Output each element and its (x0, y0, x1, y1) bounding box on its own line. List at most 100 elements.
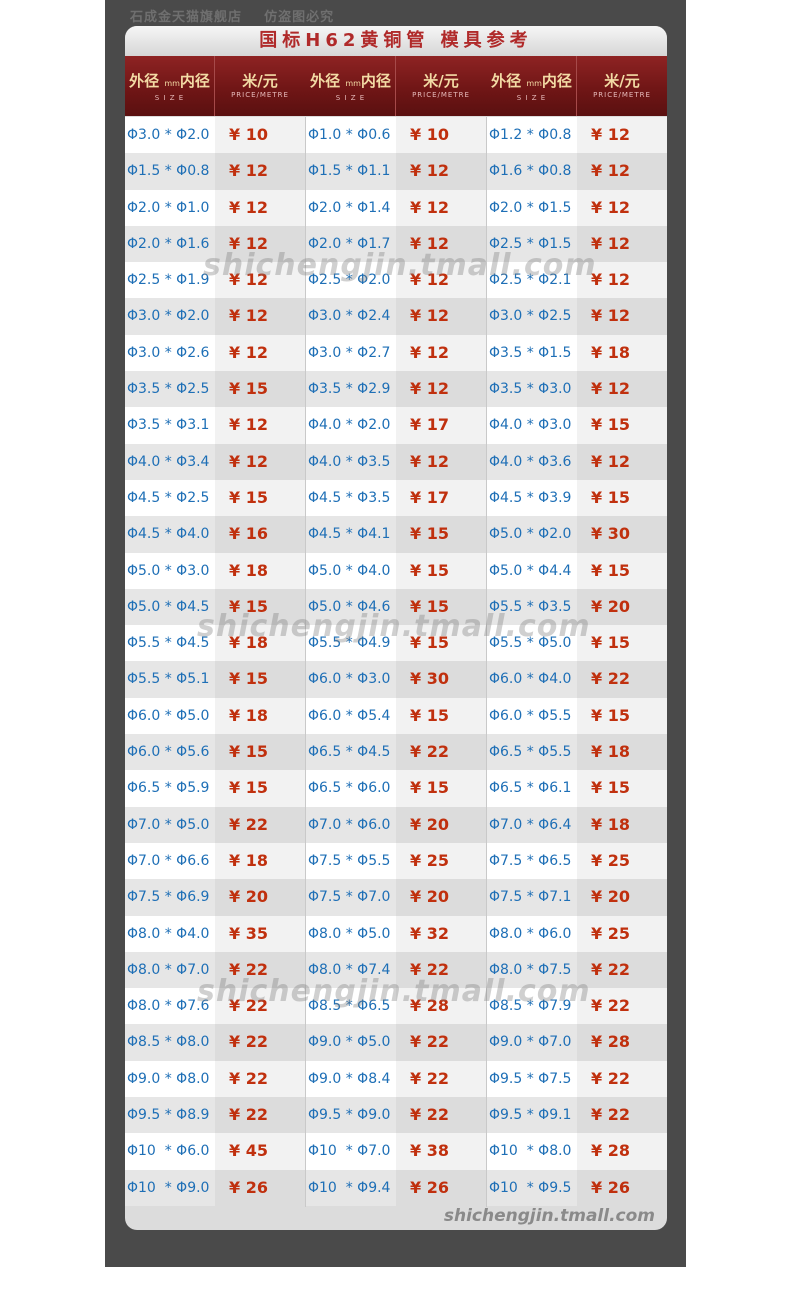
size-cell: Φ9.5 * Φ8.9 (125, 1097, 215, 1134)
size-cell: Φ2.0 * Φ1.0 (125, 189, 215, 226)
size-cell: Φ4.0 * Φ3.5 (306, 443, 396, 480)
size-cell: Φ2.0 * Φ1.5 (487, 189, 577, 226)
header-size: 外径 mm内径 S I Z E (306, 56, 396, 116)
table-row: Φ3.0 * Φ2.7 ¥ 12 (306, 334, 486, 372)
size-cell: Φ5.0 * Φ3.0 (125, 552, 215, 589)
header-size: 外径 mm内径 S I Z E (487, 56, 577, 116)
price-cell: ¥ 18 (215, 552, 305, 589)
size-cell: Φ10 * Φ9.4 (306, 1169, 396, 1206)
header-group-3: 外径 mm内径 S I Z E 米/元 PRICE/METRE (487, 56, 667, 116)
header-size-unit: mm (345, 79, 361, 88)
header-price-label: 米/元 (423, 72, 459, 90)
price-cell: ¥ 18 (215, 697, 305, 735)
price-cell: ¥ 18 (577, 334, 667, 372)
price-cell: ¥ 15 (577, 770, 667, 807)
price-cell: ¥ 45 (215, 1133, 305, 1170)
table-row: Φ4.5 * Φ4.1 ¥ 15 (306, 516, 486, 553)
price-cell: ¥ 17 (396, 479, 486, 517)
price-cell: ¥ 22 (215, 806, 305, 843)
size-cell: Φ6.0 * Φ5.5 (487, 697, 577, 735)
size-cell: Φ7.5 * Φ5.5 (306, 842, 396, 880)
size-cell: Φ4.0 * Φ3.6 (487, 443, 577, 480)
table-row: Φ9.5 * Φ9.1 ¥ 22 (487, 1097, 667, 1134)
table-row: Φ3.0 * Φ2.5 ¥ 12 (487, 298, 667, 335)
header-size-sub: S I Z E (154, 94, 185, 102)
price-cell: ¥ 22 (396, 1024, 486, 1061)
table-row: Φ7.5 * Φ7.1 ¥ 20 (487, 879, 667, 916)
table-row: Φ5.0 * Φ4.0 ¥ 15 (306, 552, 486, 589)
size-cell: Φ4.5 * Φ4.0 (125, 516, 215, 553)
header-size-label: 外径 (310, 72, 341, 90)
size-cell: Φ3.0 * Φ2.4 (306, 298, 396, 335)
header-price: 米/元 PRICE/METRE (577, 56, 667, 116)
table-row: Φ1.0 * Φ0.6 ¥ 10 (306, 117, 486, 154)
header-size-label2: 内径 (179, 72, 210, 90)
table-row: Φ5.0 * Φ2.0 ¥ 30 (487, 516, 667, 553)
price-cell: ¥ 18 (215, 842, 305, 880)
table-row: Φ4.5 * Φ3.5 ¥ 17 (306, 479, 486, 517)
size-cell: Φ9.0 * Φ5.0 (306, 1024, 396, 1061)
table-row: Φ7.0 * Φ6.4 ¥ 18 (487, 806, 667, 843)
size-cell: Φ3.0 * Φ2.0 (125, 117, 215, 154)
table-row: Φ2.0 * Φ1.5 ¥ 12 (487, 189, 667, 226)
size-cell: Φ4.5 * Φ4.1 (306, 516, 396, 553)
table-row: Φ7.5 * Φ6.5 ¥ 25 (487, 842, 667, 880)
table-row: Φ6.0 * Φ5.4 ¥ 15 (306, 697, 486, 735)
table-row: Φ7.5 * Φ6.9 ¥ 20 (125, 879, 305, 916)
price-cell: ¥ 26 (396, 1169, 486, 1206)
table-row: Φ6.0 * Φ5.0 ¥ 18 (125, 697, 305, 735)
size-cell: Φ3.0 * Φ2.0 (125, 298, 215, 335)
size-cell: Φ6.0 * Φ4.0 (487, 661, 577, 698)
size-cell: Φ7.5 * Φ7.0 (306, 879, 396, 916)
size-cell: Φ1.2 * Φ0.8 (487, 117, 577, 154)
size-cell: Φ4.0 * Φ3.0 (487, 407, 577, 444)
price-cell: ¥ 22 (215, 1097, 305, 1134)
table-row: Φ8.0 * Φ5.0 ¥ 32 (306, 915, 486, 952)
size-cell: Φ7.5 * Φ7.1 (487, 879, 577, 916)
size-cell: Φ1.5 * Φ1.1 (306, 153, 396, 190)
size-cell: Φ4.5 * Φ3.9 (487, 479, 577, 517)
size-cell: Φ2.0 * Φ1.4 (306, 189, 396, 226)
price-cell: ¥ 12 (577, 189, 667, 226)
header-size-unit: mm (526, 79, 542, 88)
price-cell: ¥ 15 (215, 479, 305, 517)
table-row: Φ6.0 * Φ4.0 ¥ 22 (487, 661, 667, 698)
size-cell: Φ5.0 * Φ4.4 (487, 552, 577, 589)
price-cell: ¥ 15 (396, 516, 486, 553)
table-row: Φ10 * Φ9.5 ¥ 26 (487, 1169, 667, 1206)
size-cell: Φ6.5 * Φ5.9 (125, 770, 215, 807)
table-row: Φ1.6 * Φ0.8 ¥ 12 (487, 153, 667, 190)
size-cell: Φ3.5 * Φ2.9 (306, 371, 396, 408)
size-cell: Φ10 * Φ9.5 (487, 1169, 577, 1206)
price-cell: ¥ 12 (215, 153, 305, 190)
table-row: Φ7.0 * Φ6.0 ¥ 20 (306, 806, 486, 843)
price-cell: ¥ 22 (577, 661, 667, 698)
table-row: Φ4.5 * Φ2.5 ¥ 15 (125, 479, 305, 517)
size-cell: Φ7.0 * Φ6.6 (125, 842, 215, 880)
table-row: Φ4.0 * Φ3.4 ¥ 12 (125, 443, 305, 480)
size-cell: Φ8.0 * Φ4.0 (125, 915, 215, 952)
table-row: Φ3.0 * Φ2.4 ¥ 12 (306, 298, 486, 335)
size-cell: Φ9.0 * Φ7.0 (487, 1024, 577, 1061)
price-cell: ¥ 22 (396, 1060, 486, 1098)
price-cell: ¥ 15 (396, 770, 486, 807)
size-cell: Φ2.5 * Φ1.9 (125, 262, 215, 299)
header-price-sub: PRICE/METRE (231, 91, 289, 99)
price-cell: ¥ 17 (396, 407, 486, 444)
table-row: Φ6.0 * Φ3.0 ¥ 30 (306, 661, 486, 698)
size-cell: Φ9.5 * Φ9.1 (487, 1097, 577, 1134)
header-price: 米/元 PRICE/METRE (396, 56, 486, 116)
price-cell: ¥ 12 (215, 334, 305, 372)
table-row: Φ10 * Φ6.0 ¥ 45 (125, 1133, 305, 1170)
size-cell: Φ9.0 * Φ8.0 (125, 1060, 215, 1098)
page-title: 国标H62黄铜管 模具参考 (259, 30, 533, 51)
price-cell: ¥ 12 (396, 298, 486, 335)
price-cell: ¥ 22 (396, 1097, 486, 1134)
table-row: Φ2.0 * Φ1.4 ¥ 12 (306, 189, 486, 226)
header-price-label: 米/元 (242, 72, 278, 90)
table-row: Φ3.0 * Φ2.6 ¥ 12 (125, 334, 305, 372)
price-cell: ¥ 12 (577, 117, 667, 154)
table-row: Φ7.0 * Φ6.6 ¥ 18 (125, 842, 305, 880)
size-cell: Φ5.5 * Φ5.1 (125, 661, 215, 698)
price-cell: ¥ 25 (577, 915, 667, 952)
